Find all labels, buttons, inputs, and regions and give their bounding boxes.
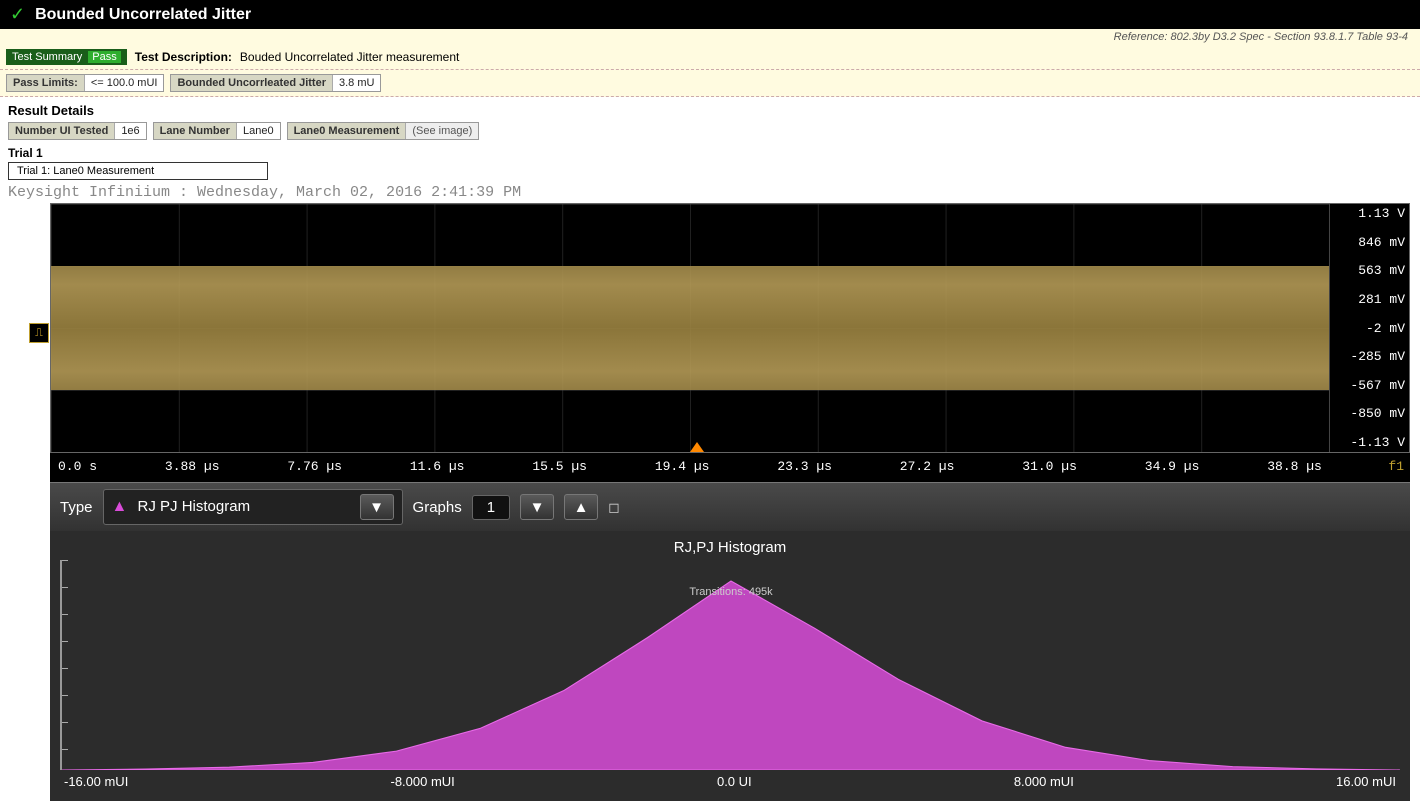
histogram-control-bar: Type ▲ RJ PJ Histogram ▼ Graphs 1 ▼ ▲ ◻ [50, 482, 1410, 531]
type-dropdown-icon[interactable]: ▼ [360, 494, 394, 520]
histogram-triangle-icon: ▲ [112, 498, 128, 515]
pass-limits-label: Pass Limits: [7, 75, 85, 91]
scope-x-axis: 0.0 s 3.88 µs 7.76 µs 11.6 µs 15.5 µs 19… [50, 453, 1410, 482]
transitions-label: Transitions: 495k [689, 586, 772, 598]
reference-line: Reference: 802.3by D3.2 Spec - Section 9… [0, 29, 1420, 45]
test-description-value: Bouded Uncorrelated Jitter measurement [240, 50, 459, 64]
details-row: Number UI Tested 1e6 Lane Number Lane0 L… [8, 122, 1412, 140]
summary-row: Test Summary Pass Test Description: Boud… [0, 45, 1420, 70]
histogram-type-select[interactable]: ▲ RJ PJ Histogram ▼ [103, 489, 403, 525]
histogram-title: RJ,PJ Histogram [60, 539, 1400, 556]
trial-caption: Trial 1: Lane0 Measurement [8, 162, 268, 180]
pass-limits-row: Pass Limits: <= 100.0 mUI Bounded Uncorr… [0, 70, 1420, 97]
scope-y-axis: 1.13 V 846 mV 563 mV 281 mV -2 mV -285 m… [1329, 204, 1409, 452]
graphs-value: 1 [472, 495, 510, 520]
pass-check-icon: ✓ [10, 4, 25, 25]
graphs-down-button[interactable]: ▼ [520, 494, 554, 520]
num-ui-tested-field: Number UI Tested 1e6 [8, 122, 147, 140]
graphs-label: Graphs [413, 499, 462, 516]
test-title: Bounded Uncorrelated Jitter [35, 6, 251, 24]
scope-canvas[interactable] [51, 204, 1329, 452]
histogram-panel: RJ,PJ Histogram Transitions: 495k -16.00… [50, 531, 1410, 801]
trial-label: Trial 1 [8, 146, 1412, 160]
lane-number-field: Lane Number Lane0 [153, 122, 281, 140]
trigger-marker-icon [690, 442, 704, 452]
scope-channel: f1 [1330, 459, 1410, 474]
scope-timestamp: Keysight Infiniium : Wednesday, March 02… [0, 182, 1420, 203]
histogram-plot[interactable]: Transitions: 495k [60, 560, 1400, 770]
pass-limits-value: <= 100.0 mUI [85, 75, 164, 91]
buj-label: Bounded Uncorrleated Jitter [171, 75, 333, 91]
dock-icon[interactable]: ◻ [608, 499, 620, 516]
trigger-icon[interactable]: ⎍ [29, 323, 49, 343]
buj-value: 3.8 mU [333, 75, 380, 91]
histogram-y-ticks [60, 560, 68, 750]
pass-limits-field: Pass Limits: <= 100.0 mUI [6, 74, 164, 92]
pass-badge: Pass [88, 51, 120, 63]
histogram-x-axis: -16.00 mUI -8.000 mUI 0.0 UI 8.000 mUI 1… [60, 774, 1400, 789]
buj-field: Bounded Uncorrleated Jitter 3.8 mU [170, 74, 381, 92]
test-summary-tab[interactable]: Test Summary Pass [6, 49, 127, 65]
test-description-label: Test Description: [135, 50, 232, 64]
result-details: Result Details Number UI Tested 1e6 Lane… [0, 97, 1420, 182]
histogram-type-value: RJ PJ Histogram [138, 498, 251, 515]
lane0-measurement-field: Lane0 Measurement (See image) [287, 122, 480, 140]
scope-panel: ⎍ 1.13 V 846 mV 563 mV 281 mV -2 mV -285… [50, 203, 1410, 453]
graphs-up-button[interactable]: ▲ [564, 494, 598, 520]
test-summary-label: Test Summary [12, 51, 82, 63]
waveform-eye [51, 266, 1329, 390]
title-bar: ✓ Bounded Uncorrelated Jitter [0, 0, 1420, 29]
type-label: Type [60, 499, 93, 516]
result-details-heading: Result Details [8, 103, 1412, 118]
